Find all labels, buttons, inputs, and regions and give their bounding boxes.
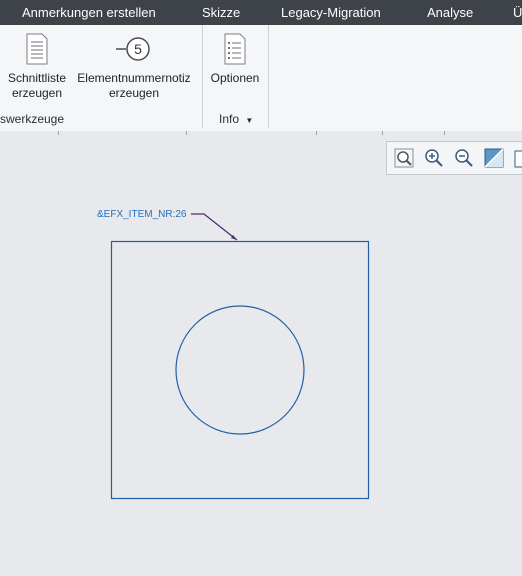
zoom-fit-icon[interactable] bbox=[393, 147, 415, 169]
optionen-label: Optionen bbox=[210, 71, 260, 85]
tab-overflow[interactable]: Ü bbox=[513, 5, 522, 20]
schnittliste-label: Schnittliste erzeugen bbox=[7, 71, 67, 100]
group-dropdown-info[interactable]: Info ▼ bbox=[219, 112, 253, 126]
chevron-down-icon: ▼ bbox=[245, 116, 254, 125]
group-separator bbox=[202, 25, 203, 128]
ribbon-bottom-strip bbox=[0, 131, 522, 135]
options-icon bbox=[224, 33, 246, 65]
tab-legacy-migration[interactable]: Legacy-Migration bbox=[281, 5, 381, 20]
paper-icon[interactable] bbox=[511, 147, 522, 169]
strip-tick bbox=[58, 131, 59, 135]
ribbon-panel: Schnittliste erzeugen 5 Elementnummernot… bbox=[0, 25, 522, 132]
tab-analyse[interactable]: Analyse bbox=[427, 5, 473, 20]
elementnummernotiz-erzeugen-button[interactable]: 5 Elementnummernotiz erzeugen bbox=[72, 33, 196, 101]
group-label-werkzeuge: swerkzeuge bbox=[0, 112, 65, 126]
list-icon bbox=[26, 33, 48, 65]
view-toggle-icon[interactable] bbox=[483, 147, 505, 169]
strip-tick bbox=[186, 131, 187, 135]
part-outline-rectangle[interactable] bbox=[110, 240, 370, 500]
item-number-note[interactable]: &EFX_ITEM_NR:26 bbox=[97, 209, 186, 220]
group-separator bbox=[268, 25, 269, 128]
svg-text:5: 5 bbox=[134, 41, 142, 57]
strip-tick bbox=[382, 131, 383, 135]
strip-tick bbox=[444, 131, 445, 135]
optionen-button[interactable]: Optionen bbox=[208, 33, 262, 86]
graphics-toolbar bbox=[386, 141, 522, 175]
balloon-5-icon: 5 bbox=[116, 37, 150, 61]
strip-tick bbox=[316, 131, 317, 135]
tab-anmerkungen-erstellen[interactable]: Anmerkungen erstellen bbox=[22, 5, 156, 20]
tab-skizze[interactable]: Skizze bbox=[202, 5, 240, 20]
zoom-in-icon[interactable] bbox=[423, 147, 445, 169]
schnittliste-erzeugen-button[interactable]: Schnittliste erzeugen bbox=[5, 33, 69, 101]
ribbon-tab-bar: Anmerkungen erstellen Skizze Legacy-Migr… bbox=[0, 0, 522, 25]
note-leader-line bbox=[191, 213, 238, 241]
hole-circle[interactable] bbox=[175, 305, 305, 435]
zoom-out-icon[interactable] bbox=[453, 147, 475, 169]
elementnummernotiz-label: Elementnummernotiz erzeugen bbox=[77, 71, 191, 100]
leader-arrowhead bbox=[231, 235, 237, 240]
group-label-info: Info bbox=[219, 112, 240, 126]
